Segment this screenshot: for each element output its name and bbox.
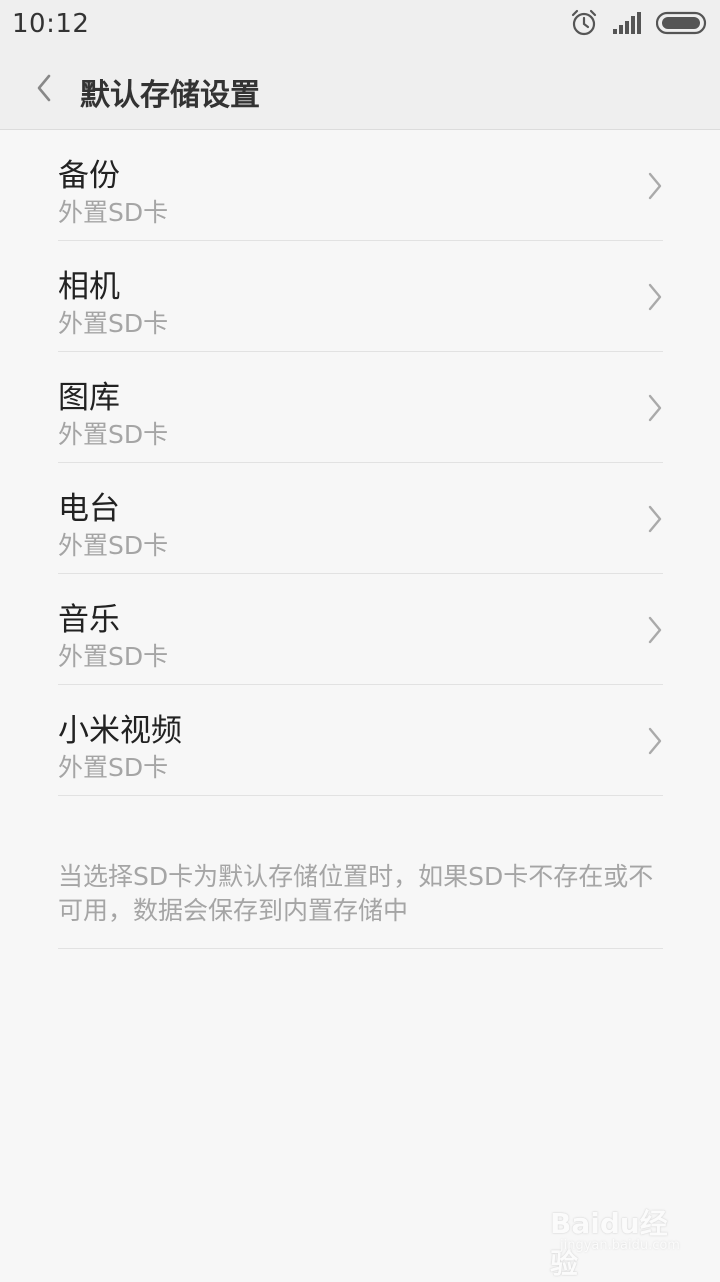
chevron-right-icon <box>645 504 665 534</box>
item-title: 音乐 <box>58 602 120 638</box>
watermark-url: jingyan.baidu.com <box>560 1238 680 1253</box>
item-subtitle: 外置SD卡 <box>58 309 169 338</box>
chevron-right-icon <box>645 282 665 312</box>
status-icons <box>570 9 708 41</box>
chevron-right-icon <box>645 615 665 645</box>
list-item-gallery[interactable]: 图库 外置SD卡 <box>58 352 663 463</box>
chevron-right-icon <box>645 171 665 201</box>
item-title: 备份 <box>58 158 120 194</box>
signal-icon <box>612 11 642 39</box>
storage-note: 当选择SD卡为默认存储位置时，如果SD卡不存在或不可用，数据会保存到内置存储中 <box>58 860 663 949</box>
item-title: 相机 <box>58 269 120 305</box>
item-title: 小米视频 <box>58 713 182 749</box>
alarm-icon <box>570 9 598 41</box>
status-time: 10:12 <box>12 9 90 39</box>
chevron-right-icon <box>645 726 665 756</box>
list-item-music[interactable]: 音乐 外置SD卡 <box>58 574 663 685</box>
baidu-jingyan-watermark: Baidu经验 jingyan.baidu.com <box>550 1194 680 1280</box>
item-subtitle: 外置SD卡 <box>58 198 169 227</box>
battery-icon <box>655 11 708 39</box>
back-button[interactable] <box>22 68 66 112</box>
storage-settings-list: 备份 外置SD卡 相机 外置SD卡 图库 外置SD卡 电台 外置SD卡 音乐 外… <box>58 130 663 796</box>
chevron-right-icon <box>645 393 665 423</box>
list-item-radio[interactable]: 电台 外置SD卡 <box>58 463 663 574</box>
item-subtitle: 外置SD卡 <box>58 531 169 560</box>
list-item-camera[interactable]: 相机 外置SD卡 <box>58 241 663 352</box>
page-title: 默认存储设置 <box>80 78 260 113</box>
status-bar: 10:12 <box>0 0 720 50</box>
item-title: 图库 <box>58 380 120 416</box>
item-title: 电台 <box>58 491 120 527</box>
item-subtitle: 外置SD卡 <box>58 420 169 449</box>
list-item-backup[interactable]: 备份 外置SD卡 <box>58 130 663 241</box>
item-subtitle: 外置SD卡 <box>58 642 169 671</box>
item-subtitle: 外置SD卡 <box>58 753 169 782</box>
list-item-mi-video[interactable]: 小米视频 外置SD卡 <box>58 685 663 796</box>
chevron-left-icon <box>34 73 54 107</box>
header: 默认存储设置 <box>0 50 720 130</box>
